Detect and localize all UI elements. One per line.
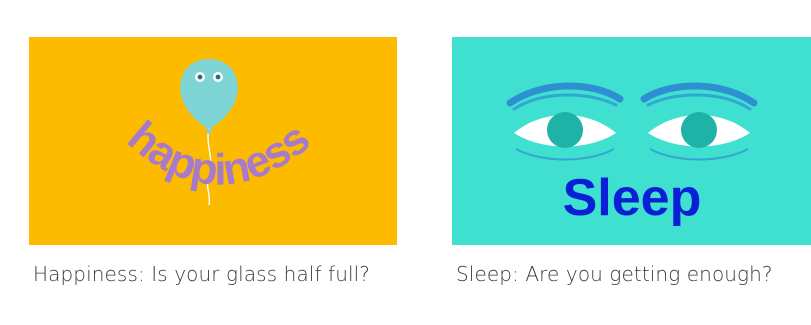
article-card-sleep[interactable]: Sleep Sleep: Are you getting enough?	[452, 37, 811, 289]
article-card-grid: happiness Happiness: Is your glass half …	[0, 0, 811, 325]
sleep-thumbnail[interactable]: Sleep	[452, 37, 811, 245]
sleep-illustration: Sleep	[452, 37, 811, 245]
article-card-happiness[interactable]: happiness Happiness: Is your glass half …	[29, 37, 397, 289]
sleep-image-text: Sleep	[563, 169, 702, 227]
happiness-illustration: happiness	[29, 37, 397, 245]
card-title[interactable]: Sleep: Are you getting enough?	[456, 259, 811, 289]
card-title[interactable]: Happiness: Is your glass half full?	[33, 259, 397, 289]
happiness-thumbnail[interactable]: happiness	[29, 37, 397, 245]
